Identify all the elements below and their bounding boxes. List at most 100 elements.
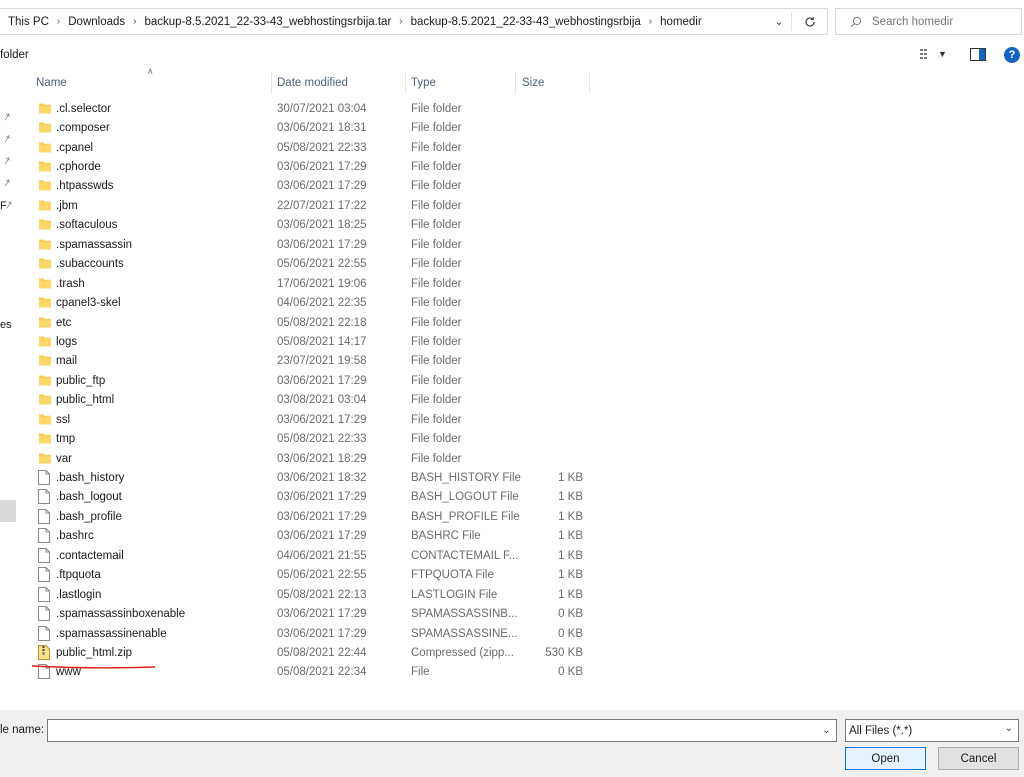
file-list-row[interactable]: .spamassassin 03/06/2021 17:29 File folder xyxy=(0,235,1024,254)
file-list-row[interactable]: .lastlogin 05/08/2021 22:13 LASTLOGIN File… xyxy=(0,585,1024,604)
file-list-row[interactable]: .trash 17/06/2021 19:06 File folder xyxy=(0,274,1024,293)
file-name-cell[interactable]: cpanel3-skel xyxy=(38,295,121,311)
open-button[interactable]: Open xyxy=(845,747,926,770)
file-name-cell[interactable]: mail xyxy=(38,353,77,369)
file-list-row[interactable]: .bashrc 03/06/2021 17:29 BASHRC File 1 KB xyxy=(0,527,1024,546)
file-name-cell[interactable]: .trash xyxy=(38,276,85,292)
breadcrumb-backup-tar[interactable]: backup-8.5.2021_22-33-43_webhostingsrbij… xyxy=(145,16,392,28)
file-name-cell[interactable]: .jbm xyxy=(38,198,78,214)
column-header-type[interactable]: Type xyxy=(411,72,436,94)
file-date: 05/08/2021 22:44 xyxy=(277,646,367,659)
file-size: 1 KB xyxy=(558,588,583,601)
file-type: File folder xyxy=(411,141,462,154)
breadcrumb-downloads[interactable]: Downloads xyxy=(68,16,125,28)
file-name-input[interactable] xyxy=(47,719,837,742)
file-name-cell[interactable]: .spamassassinboxenable xyxy=(38,606,185,622)
file-list-row[interactable]: .cl.selector 30/07/2021 03:04 File folder xyxy=(0,99,1024,118)
cancel-button[interactable]: Cancel xyxy=(938,747,1019,770)
column-header-name[interactable]: Name xyxy=(36,72,67,94)
chevron-down-icon[interactable]: ⌄ xyxy=(769,9,789,34)
change-view-button[interactable]: ▼ xyxy=(920,48,947,60)
column-divider[interactable] xyxy=(589,72,590,94)
column-divider[interactable] xyxy=(271,72,272,94)
file-name-cell[interactable]: etc xyxy=(38,315,71,331)
address-bar[interactable]: This PC › Downloads › backup-8.5.2021_22… xyxy=(0,8,828,35)
file-list-row[interactable]: .contactemail 04/06/2021 21:55 CONTACTEMAI… xyxy=(0,546,1024,565)
breadcrumb-homedir[interactable]: homedir xyxy=(660,16,702,28)
file-name: .cphorde xyxy=(56,161,101,174)
file-name-cell[interactable]: ssl xyxy=(38,412,70,428)
preview-pane-button[interactable] xyxy=(970,48,986,64)
file-name-cell[interactable]: .cphorde xyxy=(38,159,101,175)
file-list-row[interactable]: .softaculous 03/06/2021 18:25 File folder xyxy=(0,216,1024,235)
file-list-row[interactable]: var 03/06/2021 18:29 File folder xyxy=(0,449,1024,468)
file-name-cell[interactable]: .ftpquota xyxy=(38,567,101,583)
file-list-row[interactable]: mail 23/07/2021 19:58 File folder xyxy=(0,352,1024,371)
file-list-row[interactable]: public_ftp 03/06/2021 17:29 File folder xyxy=(0,371,1024,390)
file-list-row[interactable]: .bash_logout 03/06/2021 17:29 BASH_LOGOUT … xyxy=(0,488,1024,507)
file-list-row[interactable]: public_html 03/08/2021 03:04 File folder xyxy=(0,391,1024,410)
column-divider[interactable] xyxy=(515,72,516,94)
file-name-cell[interactable]: .lastlogin xyxy=(38,586,101,603)
column-divider[interactable] xyxy=(405,72,406,94)
file-name-cell[interactable]: .subaccounts xyxy=(38,256,124,272)
file-list-row[interactable]: etc 05/08/2021 22:18 File folder xyxy=(0,313,1024,332)
file-name-cell[interactable]: var xyxy=(38,451,72,467)
file-list-row[interactable]: tmp 05/08/2021 22:33 File folder xyxy=(0,429,1024,448)
file-name-cell[interactable]: public_ftp xyxy=(38,373,105,389)
chevron-right-icon[interactable]: › xyxy=(649,16,652,27)
folder-icon xyxy=(38,101,52,117)
search-box[interactable]: Search homedir xyxy=(835,8,1022,35)
file-name-cell[interactable]: tmp xyxy=(38,431,75,447)
file-name-cell[interactable]: .contactemail xyxy=(38,547,124,564)
file-list-row[interactable]: .jbm 22/07/2021 17:22 File folder xyxy=(0,196,1024,215)
file-name: tmp xyxy=(56,433,76,446)
file-name-cell[interactable]: .cl.selector xyxy=(38,101,111,117)
file-name-cell[interactable]: .softaculous xyxy=(38,217,117,233)
file-type-select[interactable]: All Files (*.*) ⌄ xyxy=(845,719,1019,742)
file-name-cell[interactable]: .htpasswds xyxy=(38,178,114,194)
breadcrumb-backup-folder[interactable]: backup-8.5.2021_22-33-43_webhostingsrbij… xyxy=(411,16,641,28)
file-name-cell[interactable]: public_html xyxy=(38,392,114,408)
file-list-row[interactable]: .cphorde 03/06/2021 17:29 File folder xyxy=(0,157,1024,176)
file-name-cell[interactable]: logs xyxy=(38,334,77,350)
file-type: File folder xyxy=(411,355,462,368)
column-header-date[interactable]: Date modified xyxy=(277,72,348,94)
file-list-row[interactable]: .bash_history 03/06/2021 18:32 BASH_HISTOR… xyxy=(0,468,1024,487)
file-name-cell[interactable]: .bash_logout xyxy=(38,489,122,505)
file-name-cell[interactable]: .composer xyxy=(38,120,110,136)
chevron-right-icon[interactable]: › xyxy=(57,16,60,27)
file-name: etc xyxy=(56,316,72,329)
file-list-row[interactable]: .ftpquota 05/06/2021 22:55 FTPQUOTA File 1 … xyxy=(0,566,1024,585)
file-list-row[interactable]: logs 05/08/2021 14:17 File folder xyxy=(0,332,1024,351)
file-name-cell[interactable]: public_html.zip xyxy=(38,644,132,661)
file-list-row[interactable]: ssl 03/06/2021 17:29 File folder xyxy=(0,410,1024,429)
file-list-row[interactable]: .spamassassinboxenable 03/06/2021 17:29 SP… xyxy=(0,604,1024,623)
file-list-row[interactable]: .bash_profile 03/06/2021 17:29 BASH_PROFIL… xyxy=(0,507,1024,526)
file-name-cell[interactable]: .bash_history xyxy=(38,470,124,486)
refresh-button[interactable] xyxy=(794,8,826,35)
file-list-row[interactable]: public_html.zip 05/08/2021 22:44 Compresse… xyxy=(0,643,1024,662)
help-button[interactable]: ? xyxy=(1004,47,1020,63)
file-list-row[interactable]: .spamassassinenable 03/06/2021 17:29 SPAMA… xyxy=(0,624,1024,643)
file-name-cell[interactable]: .cpanel xyxy=(38,140,93,156)
chevron-right-icon[interactable]: › xyxy=(133,16,136,27)
new-folder-button[interactable]: folder xyxy=(0,49,29,61)
breadcrumb-this-pc[interactable]: This PC xyxy=(8,16,49,28)
chevron-right-icon[interactable]: › xyxy=(399,16,402,27)
file-name-cell[interactable]: .bashrc xyxy=(38,528,94,544)
file-name-cell[interactable]: .bash_profile xyxy=(38,508,122,525)
file-list-row[interactable]: .composer 03/06/2021 18:31 File folder xyxy=(0,118,1024,137)
column-header-size[interactable]: Size xyxy=(522,72,544,94)
file-name-cell[interactable]: .spamassassinenable xyxy=(38,625,167,642)
file-name-cell[interactable]: .spamassassin xyxy=(38,237,132,253)
breadcrumb: This PC › Downloads › backup-8.5.2021_22… xyxy=(0,16,827,28)
file-date: 22/07/2021 17:22 xyxy=(277,199,367,212)
chevron-down-icon[interactable]: ⌄ xyxy=(817,720,836,741)
file-icon xyxy=(38,470,52,486)
file-list-row[interactable]: .cpanel 05/08/2021 22:33 File folder xyxy=(0,138,1024,157)
file-list-row[interactable]: cpanel3-skel 04/06/2021 22:35 File folder xyxy=(0,293,1024,312)
file-list-row[interactable]: .htpasswds 03/06/2021 17:29 File folder xyxy=(0,177,1024,196)
file-type: File folder xyxy=(411,277,462,290)
file-list-row[interactable]: .subaccounts 05/06/2021 22:55 File folder xyxy=(0,255,1024,274)
